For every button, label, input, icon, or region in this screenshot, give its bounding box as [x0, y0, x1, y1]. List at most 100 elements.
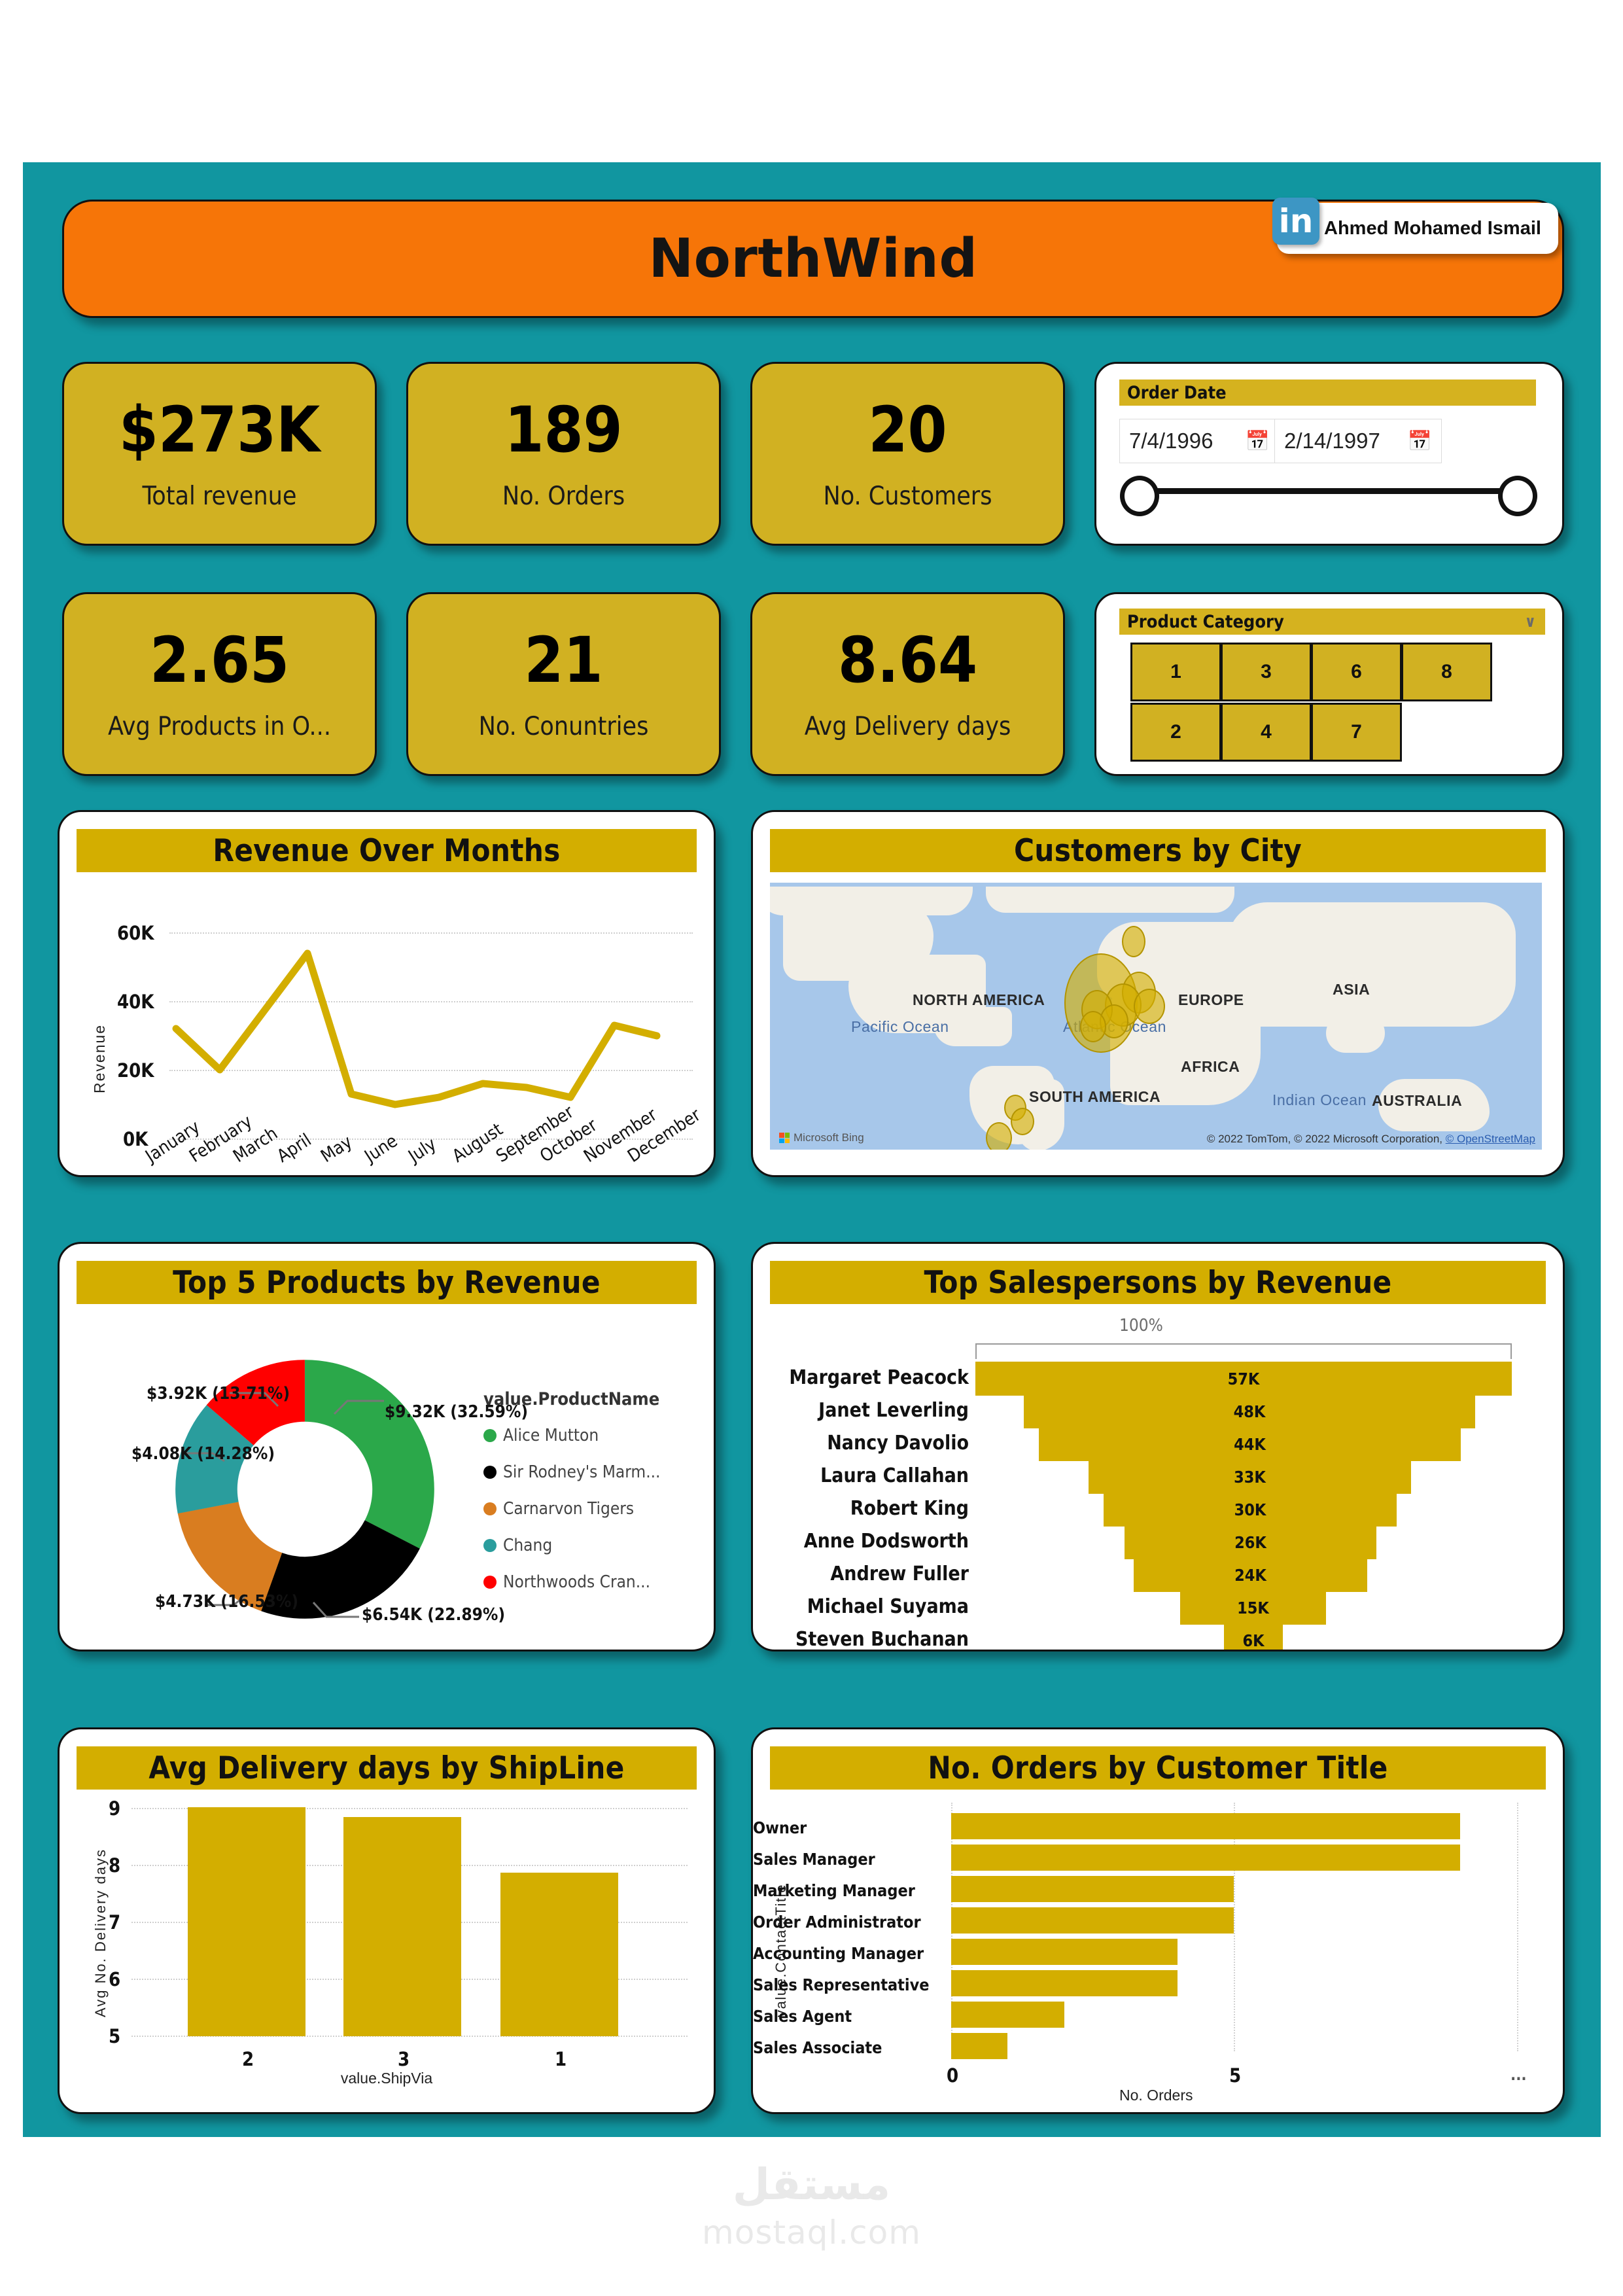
- funnel-top-percent: 100%: [1119, 1316, 1163, 1335]
- category-tile-4[interactable]: 4: [1221, 703, 1312, 762]
- bar-sales-associate[interactable]: [951, 2033, 1007, 2059]
- kpi-value: 21: [524, 624, 603, 697]
- kpi-card-avg-delivery-days[interactable]: 8.64 Avg Delivery days: [750, 592, 1065, 776]
- chart-title: Top Salespersons by Revenue: [924, 1264, 1392, 1301]
- legend-item[interactable]: Alice Mutton: [483, 1426, 599, 1445]
- kpi-card-total-revenue[interactable]: $273K Total revenue: [62, 362, 377, 546]
- legend-item[interactable]: Sir Rodney's Marm...: [483, 1462, 660, 1482]
- bar-shipvia-3[interactable]: [343, 1817, 461, 2036]
- top-salespersons-card: Top Salespersons by Revenue 100% Margare…: [751, 1242, 1565, 1651]
- category-tile-1[interactable]: 1: [1130, 643, 1221, 701]
- dashboard-page: NorthWind in Ahmed Mohamed Ismail $273K …: [0, 0, 1623, 2296]
- funnel-bar[interactable]: 48K: [1024, 1394, 1475, 1428]
- funnel-top-caliper: [975, 1343, 1512, 1345]
- mostaql-arabic-logo: مستقل: [732, 2159, 891, 2210]
- legend-label: Chang: [503, 1536, 553, 1555]
- bar-label: Order Administrator: [753, 1913, 921, 1932]
- category-tile-8[interactable]: 8: [1401, 643, 1492, 701]
- order-date-slicer-title: Order Date: [1119, 380, 1536, 406]
- bar-shipvia-2[interactable]: [188, 1807, 305, 2036]
- category-tile-2[interactable]: 2: [1130, 703, 1221, 762]
- start-date-value: 7/4/1996: [1129, 429, 1213, 453]
- funnel-bar[interactable]: 33K: [1089, 1460, 1411, 1494]
- kpi-value: 2.65: [149, 624, 290, 697]
- kpi-card-no-countries[interactable]: 21 No. Conuntries: [406, 592, 721, 776]
- gridline: [1517, 1803, 1518, 2051]
- funnel-row-label: Robert King: [850, 1497, 969, 1520]
- map-bubble[interactable]: [1122, 926, 1145, 957]
- y-axis-label: Avg No. Delivery days: [92, 1848, 109, 2017]
- map-bubble[interactable]: [986, 1122, 1012, 1150]
- order-date-slicer[interactable]: Order Date 7/4/1996 📅 2/14/1997 📅: [1094, 362, 1564, 546]
- bar-accounting-manager[interactable]: [951, 1939, 1178, 1965]
- funnel-row-label: Michael Suyama: [807, 1595, 969, 1618]
- avg-delivery-title-bar: Avg Delivery days by ShipLine: [77, 1746, 697, 1790]
- bar-order-administrator[interactable]: [951, 1907, 1234, 1934]
- funnel-bar[interactable]: 44K: [1039, 1427, 1461, 1461]
- funnel-bar[interactable]: 30K: [1104, 1492, 1397, 1527]
- bar-marketing-manager[interactable]: [951, 1876, 1234, 1902]
- map-region-label: EUROPE: [1178, 991, 1244, 1008]
- chart-title: No. Orders by Customer Title: [928, 1750, 1388, 1786]
- revenue-over-months-card: Revenue Over Months Revenue 60K 40K 20K …: [58, 810, 716, 1177]
- legend-item[interactable]: Northwoods Cran...: [483, 1572, 650, 1592]
- map-ocean-label: Indian Ocean: [1272, 1091, 1367, 1108]
- openstreetmap-link[interactable]: © OpenStreetMap: [1446, 1133, 1535, 1145]
- bar-label: Owner: [753, 1818, 807, 1837]
- bar-sales-representative[interactable]: [951, 1970, 1178, 1996]
- chevron-down-icon[interactable]: ∨: [1524, 612, 1536, 631]
- x-tick: 0: [947, 2064, 959, 2087]
- funnel-bar[interactable]: 15K: [1180, 1591, 1326, 1625]
- date-range-slider-track[interactable]: [1134, 488, 1514, 494]
- date-range-slider-handle-start[interactable]: [1120, 476, 1159, 516]
- legend-swatch: [483, 1539, 497, 1552]
- kpi-label: Total revenue: [142, 482, 297, 511]
- bar-shipvia-1[interactable]: [500, 1873, 618, 2036]
- x-tick: 3: [398, 2048, 410, 2070]
- kpi-label: Avg Delivery days: [804, 712, 1011, 741]
- date-range-slider-handle-end[interactable]: [1498, 476, 1537, 516]
- map-bubble[interactable]: [1080, 1011, 1106, 1042]
- calendar-icon[interactable]: 📅: [1246, 430, 1270, 453]
- bar-label: Sales Manager: [753, 1850, 875, 1869]
- start-date-field[interactable]: 7/4/1996 📅: [1119, 419, 1280, 463]
- x-axis-label: value.ShipVia: [340, 2070, 433, 2087]
- funnel-row-label: Steven Buchanan: [795, 1628, 969, 1651]
- footer-watermark: مستقل mostaql.com: [0, 2159, 1623, 2252]
- legend-label: Northwoods Cran...: [503, 1572, 651, 1592]
- category-tile-7[interactable]: 7: [1311, 703, 1402, 762]
- y-tick: 7: [109, 1911, 121, 1934]
- kpi-card-avg-products[interactable]: 2.65 Avg Products in O...: [62, 592, 377, 776]
- calendar-icon[interactable]: 📅: [1408, 430, 1432, 453]
- customers-by-city-card: Customers by City NORTH AMERICA EUROPE A…: [751, 810, 1565, 1177]
- funnel-bar[interactable]: 6K: [1224, 1623, 1283, 1650]
- kpi-card-no-customers[interactable]: 20 No. Customers: [750, 362, 1065, 546]
- kpi-card-no-orders[interactable]: 189 No. Orders: [406, 362, 721, 546]
- funnel-bar[interactable]: 57K: [975, 1362, 1512, 1396]
- donut-data-label: $4.73K (16.53%): [155, 1592, 299, 1612]
- bar-sales-manager[interactable]: [951, 1845, 1460, 1871]
- y-tick: 9: [109, 1797, 121, 1820]
- legend-item[interactable]: Carnarvon Tigers: [483, 1499, 634, 1519]
- funnel-bar[interactable]: 26K: [1125, 1525, 1376, 1559]
- map-bubble[interactable]: [1134, 989, 1165, 1024]
- bar-sales-agent[interactable]: [951, 2002, 1064, 2028]
- legend-label: Alice Mutton: [503, 1426, 599, 1445]
- end-date-field[interactable]: 2/14/1997 📅: [1274, 419, 1442, 463]
- world-map[interactable]: NORTH AMERICA EUROPE ASIA AFRICA SOUTH A…: [770, 883, 1542, 1150]
- category-tile-3[interactable]: 3: [1221, 643, 1312, 701]
- legend-item[interactable]: Chang: [483, 1536, 552, 1555]
- map-bubble[interactable]: [1011, 1108, 1034, 1135]
- legend-label: Sir Rodney's Marm...: [503, 1462, 661, 1482]
- chart-title: Avg Delivery days by ShipLine: [148, 1750, 625, 1786]
- linkedin-icon[interactable]: in: [1272, 198, 1319, 245]
- bar-owner[interactable]: [951, 1813, 1460, 1839]
- category-tile-6[interactable]: 6: [1311, 643, 1402, 701]
- customers-by-city-title-bar: Customers by City: [770, 829, 1546, 872]
- x-tick: 2: [242, 2048, 254, 2070]
- map-region-label: ASIA: [1333, 981, 1370, 998]
- y-tick: 20K: [117, 1059, 154, 1082]
- product-category-slicer[interactable]: Product Category ∨ 1 3 6 8 2 4 7: [1094, 592, 1564, 776]
- funnel-bar[interactable]: 24K: [1134, 1558, 1367, 1592]
- y-tick: 8: [109, 1854, 121, 1877]
